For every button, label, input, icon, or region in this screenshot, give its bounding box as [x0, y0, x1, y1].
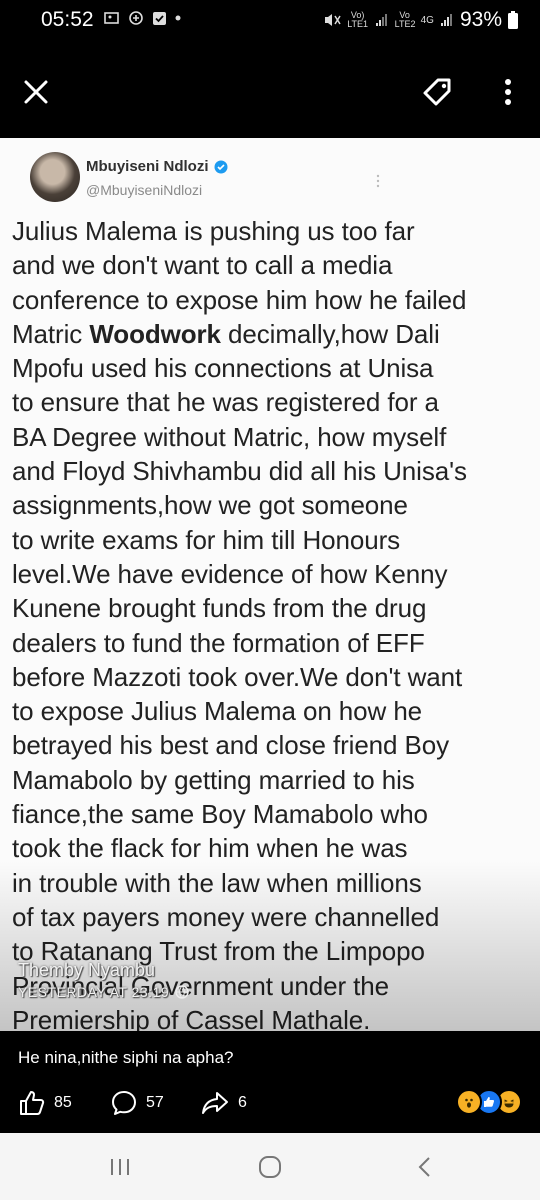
- like-button[interactable]: 85: [18, 1085, 72, 1121]
- tweet-header: Mbuyiseni Ndlozi @MbuyiseniNdlozi: [30, 152, 510, 212]
- wow-reaction-icon: [456, 1089, 482, 1115]
- signal-sim1-icon: [375, 14, 387, 26]
- back-button[interactable]: [404, 1151, 444, 1183]
- tweet-line: Premiership of Cassel Mathale.: [12, 1004, 371, 1031]
- verified-badge-icon: [214, 160, 228, 173]
- tweet-line: and Floyd Shivhambu did all his Unisa's: [12, 456, 467, 487]
- thumbs-up-icon: [20, 1091, 45, 1115]
- more-vert-icon: [505, 79, 511, 105]
- checkbox-notification-icon: [153, 11, 166, 25]
- status-system-icons: Vo) LTE1 Vo LTE2 4G 93%: [323, 8, 518, 32]
- tweet-line: Kunene brought funds from the drug: [12, 593, 427, 624]
- share-count: 6: [238, 1094, 247, 1111]
- tweet-line: to expose Julius Malema on how he: [12, 696, 423, 727]
- photo-viewer-toolbar: [0, 60, 540, 126]
- tweet-text-segment: Matric: [12, 318, 90, 349]
- dot-icon: [175, 15, 181, 21]
- tweet-line: assignments,how we got someone: [12, 490, 408, 521]
- post-timestamp: YESTERDAY AT 23:19: [18, 984, 189, 1000]
- tweet-menu-icon: [376, 174, 380, 188]
- status-time: 05:52: [41, 8, 94, 31]
- post-actions: 85 57 6: [0, 1085, 540, 1123]
- tweet-line: dealers to fund the formation of EFF: [12, 627, 425, 658]
- tweet-line: Mamabolo by getting married to his: [12, 764, 415, 795]
- gallery-notification-icon: [104, 12, 119, 24]
- network-type-label: 4G: [420, 14, 434, 26]
- battery-icon: [508, 11, 518, 29]
- post-caption: He nina,nithe siphi na apha?: [18, 1048, 234, 1067]
- battery-percent: 93%: [459, 8, 502, 31]
- tweet-line: before Mazzoti took over.We don't want: [12, 661, 463, 692]
- network-sim2-label: Vo LTE2: [394, 10, 416, 29]
- tweet-line: took the flack for him when he was: [12, 833, 408, 864]
- signal-sim2-icon: [440, 14, 452, 26]
- tweet-line: fiance,the same Boy Mamabolo who: [12, 799, 428, 830]
- tweet-line: Matric Woodwork decimally,how Dali: [12, 317, 532, 351]
- tweet-line: in trouble with the law when millions: [12, 867, 422, 898]
- back-icon: [418, 1157, 430, 1177]
- system-navigation-bar: [0, 1133, 540, 1200]
- tweet-text: Julius Malema is pushing us too far and …: [12, 214, 532, 1031]
- status-bar: 05:52 Vo) LTE1 Vo LTE2 4G 93%: [0, 0, 540, 40]
- home-button[interactable]: [250, 1151, 290, 1183]
- status-notification-icons: [104, 10, 181, 26]
- post-photo[interactable]: Mbuyiseni Ndlozi @MbuyiseniNdlozi Julius…: [0, 138, 540, 1031]
- avatar: [30, 152, 80, 202]
- home-icon: [259, 1156, 281, 1178]
- tweet-line: level.We have evidence of how Kenny: [12, 558, 448, 589]
- post-timestamp-text: YESTERDAY AT 23:19: [18, 984, 170, 1000]
- tweet-line: of tax payers money were channelled: [12, 901, 440, 932]
- tweet-line: to ensure that he was registered for a: [12, 387, 439, 418]
- comment-count: 57: [146, 1094, 164, 1111]
- reactions-summary[interactable]: [456, 1089, 522, 1115]
- close-icon: [24, 80, 48, 104]
- tag-button[interactable]: [418, 72, 458, 112]
- tweet-line: and we don't want to call a media: [12, 250, 393, 281]
- tweet-line: BA Degree without Matric, how myself: [12, 421, 447, 452]
- close-button[interactable]: [16, 72, 56, 112]
- tweet-line: Julius Malema is pushing us too far: [12, 216, 415, 246]
- share-icon: [202, 1092, 228, 1114]
- comment-button[interactable]: 57: [110, 1085, 164, 1121]
- network-sim1-label: Vo) LTE1: [347, 10, 369, 29]
- mute-icon: [324, 14, 341, 26]
- app-notification-icon: [129, 11, 143, 25]
- comment-icon: [112, 1091, 136, 1115]
- tweet-author-name: Mbuyiseni Ndlozi: [86, 158, 209, 175]
- tweet-author-handle: @MbuyiseniNdlozi: [86, 182, 203, 198]
- poster-name[interactable]: Themby Nyambu: [18, 960, 155, 981]
- recent-apps-icon: [111, 1159, 129, 1175]
- share-button[interactable]: 6: [200, 1085, 247, 1121]
- tweet-line: conference to expose him how he failed: [12, 284, 467, 315]
- tweet-line: betrayed his best and close friend Boy: [12, 730, 450, 761]
- like-count: 85: [54, 1094, 72, 1111]
- globe-icon: [175, 985, 189, 999]
- tweet-line: Mpofu used his connections at Unisa: [12, 353, 434, 384]
- tweet-text-segment: decimally,how Dali: [220, 318, 440, 349]
- tag-icon: [423, 78, 451, 106]
- recent-apps-button[interactable]: [100, 1151, 140, 1183]
- tweet-line: to write exams for him till Honours: [12, 524, 401, 555]
- tweet-bold-word: Woodwork: [89, 318, 221, 349]
- more-options-button[interactable]: [488, 72, 528, 112]
